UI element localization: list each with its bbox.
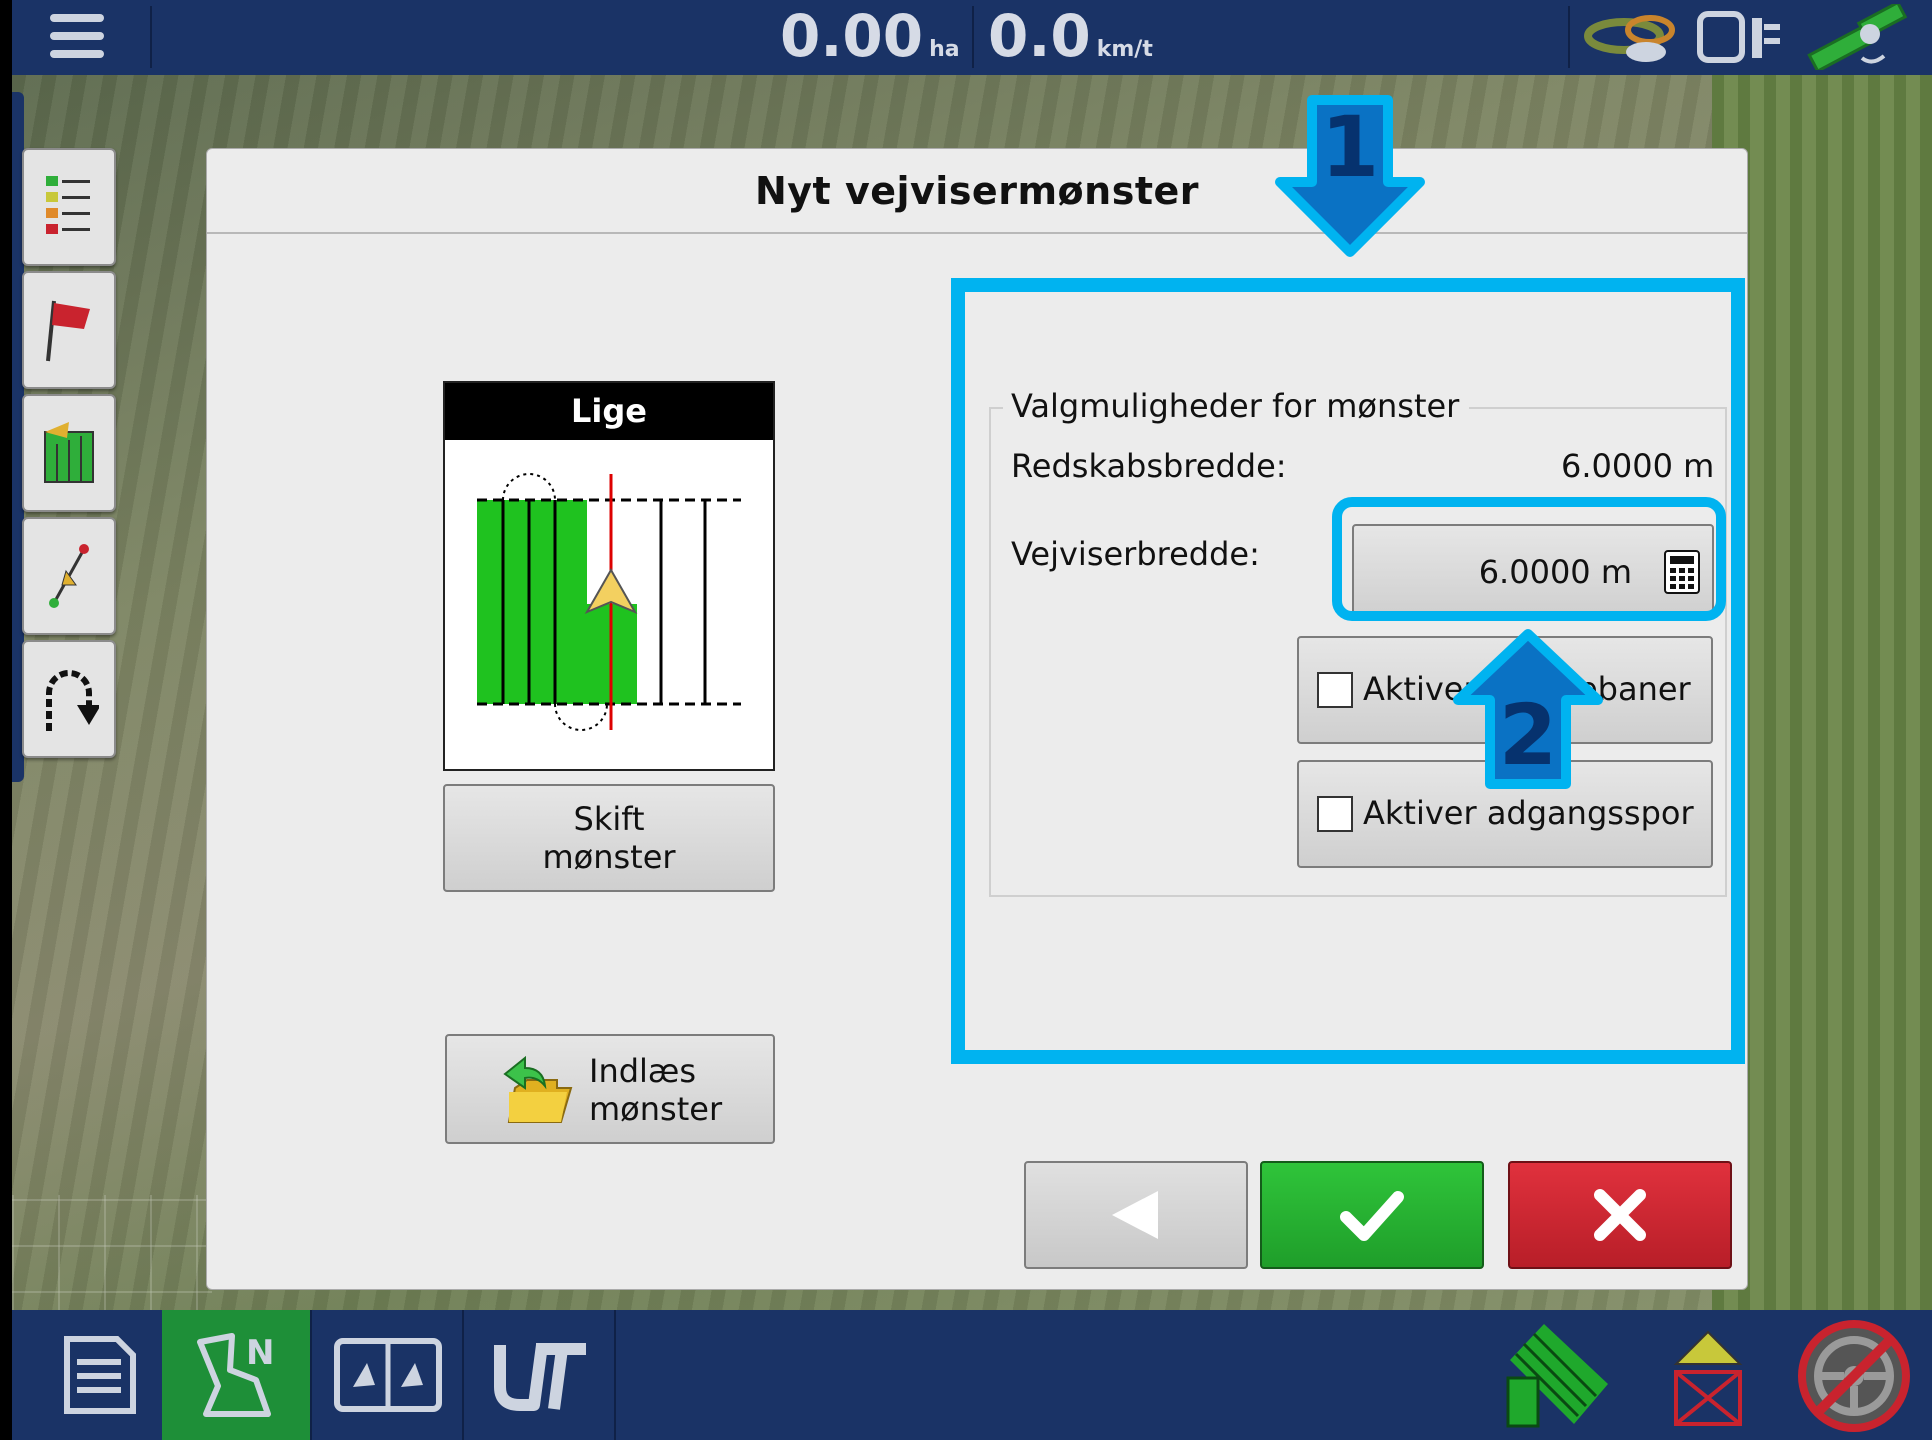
close-icon [1594, 1189, 1646, 1241]
speed-unit: km/t [1096, 37, 1153, 62]
display-screen: 0.00 ha 0.0 km/t Nyt vejvisermønster Lig… [12, 0, 1932, 1440]
weather-connect-icon[interactable] [1584, 8, 1684, 66]
callout-arrow-2-icon: 2 [1453, 629, 1603, 789]
load-pattern-label-line1: Indlæs [589, 1052, 697, 1090]
callout-number-2: 2 [1499, 686, 1557, 784]
legend-list-icon [46, 176, 90, 234]
callout-highlight-2 [1332, 497, 1726, 621]
speed-readout: 0.0 km/t [988, 2, 1153, 84]
u-turn-button[interactable] [22, 640, 116, 758]
callout-highlight-1 [951, 278, 1745, 1064]
pattern-name: Lige [445, 383, 773, 440]
svg-text:N: N [246, 1333, 274, 1373]
autosteer-disabled-icon[interactable] [1794, 1316, 1914, 1436]
dialog-title: Nyt vejvisermønster [207, 149, 1747, 234]
callout-number-1: 1 [1321, 98, 1379, 196]
flag-icon [46, 300, 90, 362]
change-pattern-label-line1: Skift [573, 800, 645, 838]
coverage-rows-icon[interactable] [1504, 1320, 1614, 1430]
cancel-button[interactable] [1508, 1161, 1732, 1269]
speed-value: 0.0 [988, 2, 1091, 70]
split-view-icon [334, 1338, 442, 1412]
flag-button[interactable] [22, 271, 116, 389]
change-pattern-button[interactable]: Skift mønster [443, 784, 775, 892]
area-readout: 0.00 ha [780, 2, 960, 84]
load-folder-icon [503, 1055, 573, 1123]
checkmark-icon [1340, 1191, 1404, 1241]
guidance-button[interactable] [22, 517, 116, 635]
field-layers-icon [44, 422, 94, 483]
area-value: 0.00 [780, 2, 924, 70]
gps-satellite-icon[interactable] [1804, 4, 1914, 70]
pattern-preview: Lige [443, 381, 775, 771]
display-link-icon[interactable] [1696, 10, 1786, 66]
field-map-north-icon: N [197, 1333, 274, 1417]
top-status-bar: 0.00 ha 0.0 km/t [12, 0, 1932, 75]
section-control-off-icon[interactable] [1668, 1328, 1748, 1432]
callout-arrow-1-icon: 1 [1275, 95, 1425, 257]
load-pattern-button[interactable]: Indlæs mønster [445, 1034, 775, 1144]
tab-map[interactable]: N [162, 1310, 312, 1440]
tab-split-view[interactable] [314, 1310, 464, 1440]
u-turn-icon [46, 670, 99, 731]
divider [150, 6, 152, 68]
straight-pattern-diagram [477, 473, 741, 731]
tab-home[interactable] [26, 1310, 176, 1440]
left-toolbar [22, 148, 118, 763]
back-button[interactable] [1024, 1161, 1248, 1269]
divider [972, 6, 974, 68]
menu-icon[interactable] [42, 8, 112, 66]
tab-universal-terminal[interactable] [466, 1310, 616, 1440]
area-unit: ha [929, 37, 960, 62]
divider [1568, 6, 1570, 68]
load-pattern-label-line2: mønster [589, 1090, 723, 1128]
change-pattern-label-line2: mønster [542, 838, 676, 876]
map-layers-button[interactable] [22, 394, 116, 512]
back-arrow-icon [1112, 1191, 1158, 1239]
ut-icon [494, 1343, 586, 1411]
bottom-nav-bar: N [12, 1310, 1932, 1440]
guidance-line-icon [49, 544, 89, 608]
confirm-button[interactable] [1260, 1161, 1484, 1269]
document-icon [64, 1336, 136, 1414]
legend-button[interactable] [22, 148, 116, 266]
